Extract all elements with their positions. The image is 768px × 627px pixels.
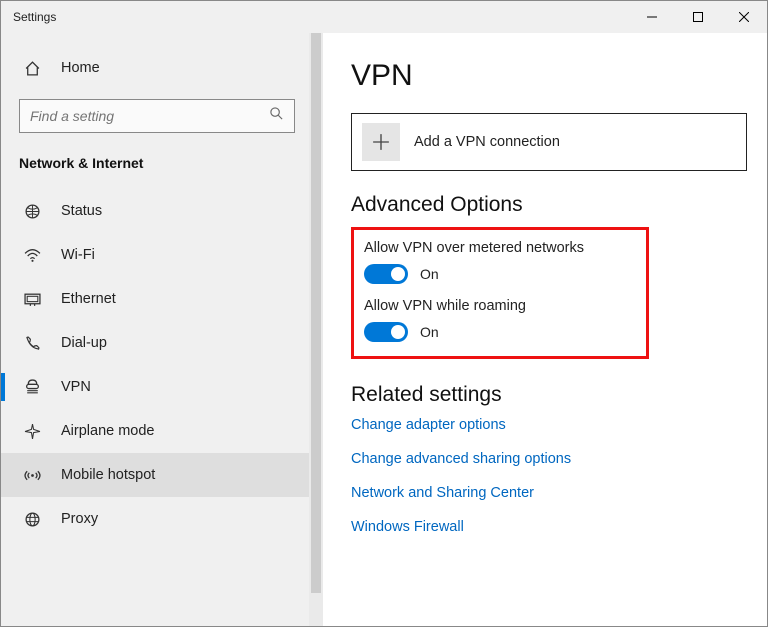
sidebar-item-label: Wi-Fi [61, 247, 95, 263]
metered-block: Allow VPN over metered networks On [364, 240, 636, 284]
dialup-icon [23, 334, 41, 352]
metered-state: On [420, 266, 439, 282]
minimize-button[interactable] [629, 1, 675, 33]
metered-toggle[interactable] [364, 264, 408, 284]
sidebar-item-proxy[interactable]: Proxy [1, 497, 323, 541]
sidebar-item-wifi[interactable]: Wi-Fi [1, 233, 323, 277]
sidebar-item-label: Proxy [61, 511, 98, 527]
advanced-heading: Advanced Options [351, 193, 747, 217]
scrollbar-thumb[interactable] [311, 33, 321, 593]
related-link-sharing[interactable]: Change advanced sharing options [351, 451, 747, 467]
maximize-button[interactable] [675, 1, 721, 33]
close-button[interactable] [721, 1, 767, 33]
category-header: Network & Internet [1, 151, 323, 189]
search-icon [269, 106, 284, 126]
add-vpn-button[interactable]: Add a VPN connection [351, 113, 747, 171]
window-controls [629, 1, 767, 33]
status-icon [23, 202, 41, 220]
sidebar-item-label: Dial-up [61, 335, 107, 351]
plus-icon [362, 123, 400, 161]
highlight-box: Allow VPN over metered networks On Allow… [351, 227, 649, 359]
sidebar-item-vpn[interactable]: VPN [1, 365, 323, 409]
sidebar-item-label: Airplane mode [61, 423, 155, 439]
home-label: Home [61, 60, 100, 76]
add-vpn-label: Add a VPN connection [414, 134, 560, 150]
search-input[interactable] [30, 108, 246, 124]
search-box[interactable] [19, 99, 295, 133]
page-title: VPN [351, 59, 747, 93]
sidebar-item-status[interactable]: Status [1, 189, 323, 233]
main-content: VPN Add a VPN connection Advanced Option… [323, 33, 767, 626]
sidebar-item-hotspot[interactable]: Mobile hotspot [1, 453, 323, 497]
related-link-center[interactable]: Network and Sharing Center [351, 485, 747, 501]
roaming-block: Allow VPN while roaming On [364, 298, 636, 342]
titlebar: Settings [1, 1, 767, 33]
window-title: Settings [13, 10, 56, 24]
related-heading: Related settings [351, 383, 747, 407]
roaming-toggle[interactable] [364, 322, 408, 342]
vpn-icon [23, 378, 41, 396]
proxy-icon [23, 510, 41, 528]
metered-label: Allow VPN over metered networks [364, 240, 636, 256]
roaming-state: On [420, 324, 439, 340]
ethernet-icon [23, 290, 41, 308]
related-link-adapter[interactable]: Change adapter options [351, 417, 747, 433]
sidebar-item-dialup[interactable]: Dial-up [1, 321, 323, 365]
nav-list: Status Wi-Fi Ethernet Dial-up [1, 189, 323, 541]
sidebar-item-ethernet[interactable]: Ethernet [1, 277, 323, 321]
sidebar-item-label: Ethernet [61, 291, 116, 307]
wifi-icon [23, 246, 41, 264]
home-nav[interactable]: Home [1, 47, 323, 89]
related-list: Change adapter options Change advanced s… [351, 417, 747, 535]
scrollbar[interactable] [309, 33, 323, 626]
sidebar-item-label: VPN [61, 379, 91, 395]
sidebar-item-label: Status [61, 203, 102, 219]
airplane-icon [23, 422, 41, 440]
roaming-label: Allow VPN while roaming [364, 298, 636, 314]
sidebar-item-label: Mobile hotspot [61, 467, 155, 483]
related-link-firewall[interactable]: Windows Firewall [351, 519, 747, 535]
sidebar: Home Network & Internet Status Wi-Fi [1, 33, 323, 626]
home-icon [23, 59, 41, 77]
sidebar-item-airplane[interactable]: Airplane mode [1, 409, 323, 453]
hotspot-icon [23, 466, 41, 484]
